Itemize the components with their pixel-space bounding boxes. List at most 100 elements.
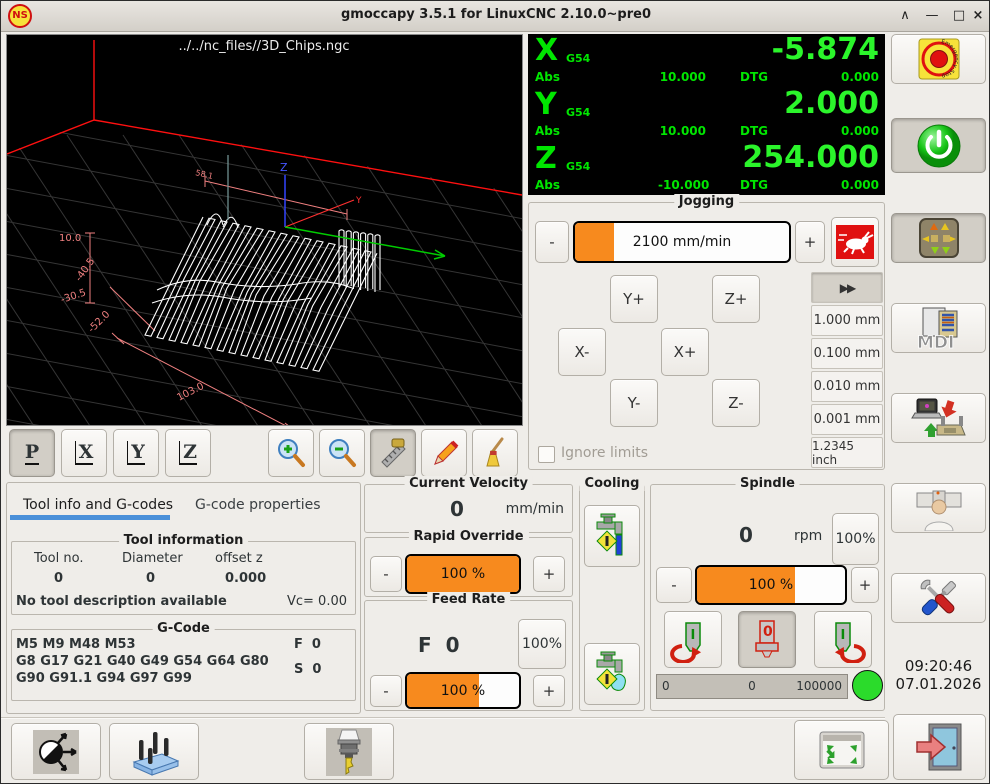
clear-plot-button[interactable] bbox=[472, 429, 518, 477]
dtg-value: 0.000 bbox=[841, 124, 879, 138]
jog-x-minus-button[interactable]: X- bbox=[558, 328, 606, 376]
zoom-in-button[interactable] bbox=[268, 429, 314, 477]
jog-label: Z+ bbox=[725, 290, 748, 308]
draw-path-button[interactable] bbox=[421, 429, 467, 477]
f-word: F 0 bbox=[294, 637, 321, 652]
feed-minus-button[interactable]: - bbox=[370, 675, 402, 707]
spindle-rpm-unit: rpm bbox=[794, 528, 822, 544]
increment-0001mm-button[interactable]: 0.001 mm bbox=[811, 404, 883, 435]
svg-text:-52.0: -52.0 bbox=[86, 309, 112, 335]
zero-offset-icon bbox=[31, 728, 81, 776]
fullscreen-button[interactable] bbox=[794, 720, 889, 780]
dro-panel[interactable]: X G54 -5.874 Abs 10.000 DTG 0.000 Y G54 … bbox=[528, 34, 885, 195]
plus-label: + bbox=[543, 565, 556, 583]
dro-row-y[interactable]: Y G54 2.000 Abs 10.000 DTG 0.000 bbox=[528, 88, 885, 141]
machine-on-button[interactable] bbox=[891, 118, 986, 173]
mdi-mode-button[interactable]: MDI bbox=[891, 303, 986, 353]
clock-date: 07.01.2026 bbox=[891, 675, 986, 693]
increment-inch-button[interactable]: 1.2345 inch bbox=[811, 437, 883, 468]
tab-gcode-properties[interactable]: G-code properties bbox=[195, 497, 321, 513]
view-perspective-button[interactable]: P bbox=[9, 429, 55, 477]
minimize-window-button[interactable]: — bbox=[921, 5, 943, 27]
ignore-limits-checkbox[interactable] bbox=[538, 446, 555, 463]
coord-system: G54 bbox=[566, 160, 590, 173]
rapid-override-title: Rapid Override bbox=[408, 529, 528, 544]
jog-arrows-icon bbox=[917, 216, 961, 260]
minus-label: - bbox=[549, 233, 554, 251]
feed-plus-button[interactable]: + bbox=[533, 675, 565, 707]
spindle-right-icon: I bbox=[820, 617, 866, 663]
toggle-dimensions-button[interactable] bbox=[370, 429, 416, 477]
jog-speed-minus-button[interactable]: - bbox=[535, 221, 569, 263]
spindle-plus-button[interactable]: + bbox=[851, 567, 879, 603]
touch-plate-icon bbox=[126, 728, 182, 776]
dro-row-x[interactable]: X G54 -5.874 Abs 10.000 DTG 0.000 bbox=[528, 34, 885, 87]
view-z-button[interactable]: Z bbox=[165, 429, 211, 477]
dro-row-z[interactable]: Z G54 254.000 Abs -10.000 DTG 0.000 bbox=[528, 142, 885, 195]
spindle-cw-button[interactable]: I bbox=[814, 611, 872, 668]
rapid-override-slider[interactable]: 100 % bbox=[405, 554, 521, 594]
spindle-minus-button[interactable]: - bbox=[656, 567, 692, 603]
gremlin-preview[interactable]: ../../nc_files//3D_Chips.ngc 10.0 -40.5 … bbox=[6, 34, 523, 426]
exit-door-icon bbox=[913, 720, 967, 774]
view-y-button[interactable]: Y bbox=[113, 429, 159, 477]
svg-text:58.1: 58.1 bbox=[195, 168, 214, 181]
feed-rate-slider[interactable]: 100 % bbox=[405, 672, 521, 709]
feed-reset-button[interactable]: 100% bbox=[518, 619, 566, 669]
settings-button[interactable] bbox=[891, 573, 986, 623]
increment-1mm-button[interactable]: 1.000 mm bbox=[811, 305, 883, 336]
rapid-minus-button[interactable]: - bbox=[370, 556, 402, 592]
increment-001mm-button[interactable]: 0.010 mm bbox=[811, 371, 883, 402]
rapid-plus-button[interactable]: + bbox=[533, 556, 565, 592]
estop-button[interactable]: Emergency-Stop bbox=[891, 34, 986, 84]
diameter-header: Diameter bbox=[122, 551, 183, 566]
axis-letter: Y bbox=[535, 89, 557, 121]
jog-speed-plus-button[interactable]: + bbox=[795, 221, 825, 263]
jog-z-minus-button[interactable]: Z- bbox=[712, 379, 760, 427]
tool-information-title: Tool information bbox=[119, 533, 249, 548]
feed-value: 100 % bbox=[441, 683, 485, 699]
close-window-button[interactable]: × bbox=[967, 5, 989, 27]
jog-label: X+ bbox=[674, 343, 697, 361]
auto-mode-button[interactable] bbox=[891, 393, 986, 443]
mist-icon bbox=[591, 650, 633, 698]
fast-forward-icon: ▶▶ bbox=[840, 281, 854, 295]
spindle-stop-button[interactable]: 0 bbox=[738, 611, 796, 668]
spindle-ccw-button[interactable]: I bbox=[664, 611, 722, 668]
increment-01mm-button[interactable]: 0.100 mm bbox=[811, 338, 883, 369]
flood-coolant-button[interactable] bbox=[584, 505, 640, 567]
increment-continuous-button[interactable]: ▶▶ bbox=[811, 272, 883, 303]
spindle-override-slider[interactable]: 100 % bbox=[695, 565, 847, 605]
svg-text:-30.5: -30.5 bbox=[60, 287, 88, 305]
jog-fast-toggle-button[interactable] bbox=[831, 217, 879, 267]
touch-plate-button[interactable] bbox=[109, 723, 199, 780]
tab-tool-info[interactable]: Tool info and G-codes bbox=[23, 497, 173, 513]
clock-display: 09:20:46 07.01.2026 bbox=[891, 657, 986, 693]
run-program-icon bbox=[911, 395, 967, 441]
jog-z-plus-button[interactable]: Z+ bbox=[712, 275, 760, 323]
jog-speed-slider[interactable]: 2100 mm/min bbox=[573, 221, 791, 263]
jog-y-minus-button[interactable]: Y- bbox=[610, 379, 658, 427]
manual-mode-button[interactable] bbox=[891, 213, 986, 263]
view-x-button[interactable]: X bbox=[61, 429, 107, 477]
dimensions-tool-icon bbox=[376, 436, 410, 470]
user-settings-button[interactable] bbox=[891, 483, 986, 533]
increment-label: 0.100 mm bbox=[814, 346, 881, 361]
diameter-value: 0 bbox=[146, 571, 155, 586]
jog-x-plus-button[interactable]: X+ bbox=[661, 328, 709, 376]
zoom-out-button[interactable] bbox=[319, 429, 365, 477]
dtg-label: DTG bbox=[740, 124, 768, 138]
gcode-frame: G-Code M5 M9 M48 M53 F 0 G8 G17 G21 G40 … bbox=[11, 629, 356, 701]
jog-y-plus-button[interactable]: Y+ bbox=[610, 275, 658, 323]
window-title: gmoccapy 3.5.1 for LinuxCNC 2.10.0~pre0 bbox=[1, 7, 990, 22]
zoom-out-icon bbox=[325, 436, 359, 470]
spindle-reset-button[interactable]: 100% bbox=[832, 513, 879, 565]
exit-button[interactable] bbox=[893, 714, 986, 780]
touch-off-button[interactable] bbox=[11, 723, 101, 780]
tool-change-button[interactable] bbox=[304, 723, 394, 780]
tools-wrench-screwdriver-icon bbox=[913, 575, 965, 621]
mist-coolant-button[interactable] bbox=[584, 643, 640, 705]
mdi-icon: MDI bbox=[913, 305, 965, 351]
svg-text:I: I bbox=[841, 628, 846, 643]
shade-window-button[interactable]: ∧ bbox=[894, 5, 916, 27]
